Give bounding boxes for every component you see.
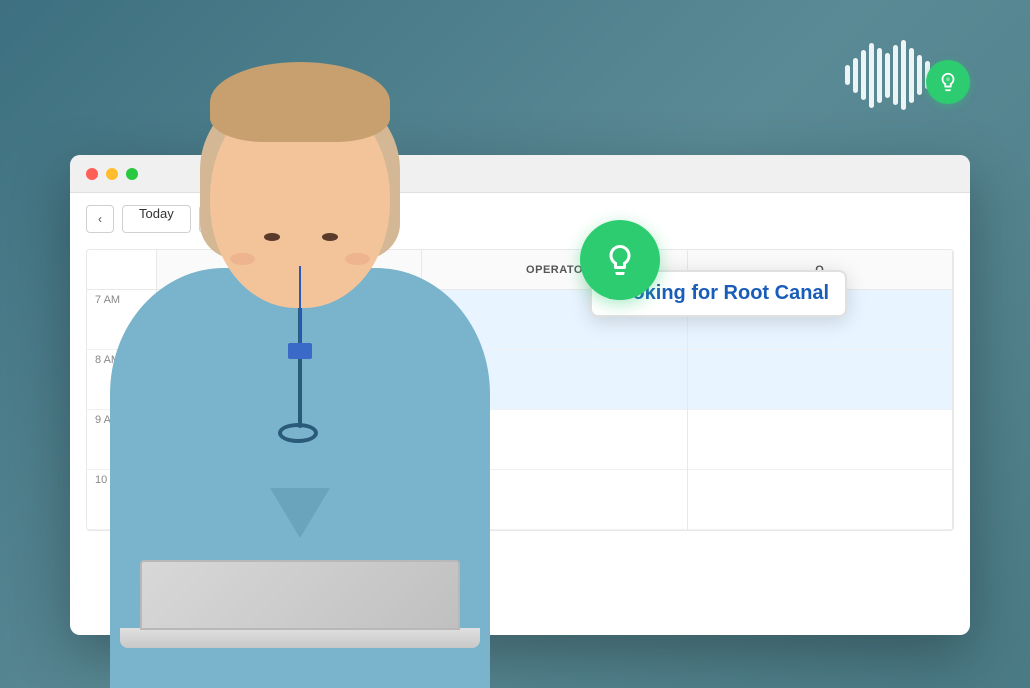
operatory-2-cell-4[interactable] — [422, 470, 686, 530]
wave-bar-8 — [901, 40, 906, 110]
operatory-1-cell-3[interactable] — [157, 410, 421, 470]
calendar-toolbar: ‹ Today › All Lo... — [86, 205, 954, 233]
today-button[interactable]: Today — [122, 205, 191, 233]
operatory-1-cell-2[interactable] — [157, 350, 421, 410]
operatory-1-cell-1[interactable] — [157, 290, 421, 350]
wave-bar-1 — [845, 65, 850, 85]
lightbulb-large-icon[interactable] — [580, 220, 660, 300]
browser-titlebar — [70, 155, 970, 193]
operatory-3-cell-2[interactable] — [688, 350, 952, 410]
operatory-3-cell-3[interactable] — [688, 410, 952, 470]
time-slot-9am: 9 A — [87, 410, 156, 470]
wave-bar-9 — [909, 48, 914, 103]
lightbulb-svg-small — [937, 71, 959, 93]
time-slot-10am: 10 — [87, 470, 156, 530]
close-dot[interactable] — [86, 168, 98, 180]
time-slot-8am: 8 AM — [87, 350, 156, 410]
lightbulb-svg-large — [602, 242, 638, 278]
operatory-2-cell-3[interactable] — [422, 410, 686, 470]
operatory-1-cell-4[interactable] — [157, 470, 421, 530]
operatory-1-column: OPERATORY 1 — [157, 250, 422, 530]
wave-bar-5 — [877, 48, 882, 103]
operatory-2-cell-2[interactable] — [422, 350, 686, 410]
wave-bar-6 — [885, 53, 890, 98]
next-button[interactable]: › — [199, 205, 227, 233]
maximize-dot[interactable] — [126, 168, 138, 180]
wave-bar-4 — [869, 43, 874, 108]
wave-bar-3 — [861, 50, 866, 100]
calendar-content: ‹ Today › All Lo... 7 AM 8 AM 9 A 10 OPE… — [70, 193, 970, 543]
time-slot-7am: 7 AM — [87, 290, 156, 350]
all-locations-button[interactable]: All Lo... — [235, 205, 306, 233]
browser-window: ‹ Today › All Lo... 7 AM 8 AM 9 A 10 OPE… — [70, 155, 970, 635]
minimize-dot[interactable] — [106, 168, 118, 180]
wave-bar-2 — [853, 58, 858, 93]
time-header — [87, 250, 156, 290]
operatory-1-header: OPERATORY 1 — [157, 250, 421, 290]
wave-bar-7 — [893, 45, 898, 105]
wave-bar-10 — [917, 55, 922, 95]
lightbulb-small-icon — [926, 60, 970, 104]
time-column: 7 AM 8 AM 9 A 10 — [87, 250, 157, 530]
sound-wave — [845, 40, 930, 110]
operatory-3-cell-4[interactable] — [688, 470, 952, 530]
prev-button[interactable]: ‹ — [86, 205, 114, 233]
